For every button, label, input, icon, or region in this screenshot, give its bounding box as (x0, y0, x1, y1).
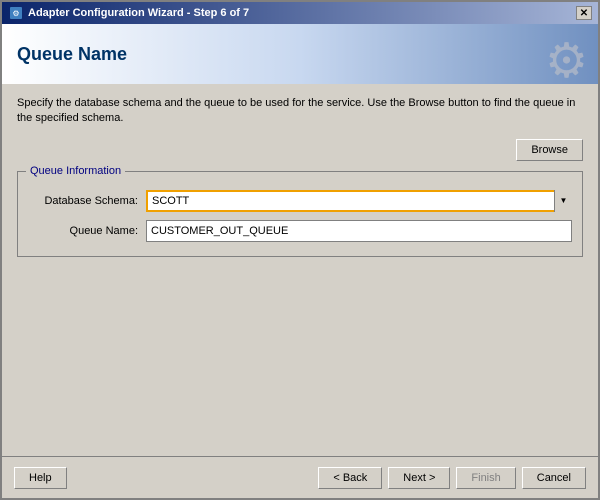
title-bar-left: ⚙ Adapter Configuration Wizard - Step 6 … (8, 5, 249, 21)
browse-button[interactable]: Browse (516, 139, 583, 161)
footer: Help < Back Next > Finish Cancel (2, 456, 598, 498)
help-button[interactable]: Help (14, 467, 67, 489)
gear-icon: ⚙ (545, 33, 588, 84)
db-schema-row: Database Schema: SCOTT ▼ (28, 190, 572, 212)
title-bar-text: Adapter Configuration Wizard - Step 6 of… (28, 7, 249, 19)
wizard-icon: ⚙ (8, 5, 24, 21)
cancel-button[interactable]: Cancel (522, 467, 586, 489)
finish-button[interactable]: Finish (456, 467, 515, 489)
main-window: ⚙ Adapter Configuration Wizard - Step 6 … (0, 0, 600, 500)
description-text: Specify the database schema and the queu… (17, 96, 583, 127)
footer-right: < Back Next > Finish Cancel (318, 467, 586, 489)
page-title: Queue Name (17, 44, 127, 65)
title-bar: ⚙ Adapter Configuration Wizard - Step 6 … (2, 2, 598, 24)
queue-name-input[interactable] (146, 220, 572, 242)
queue-info-group: Queue Information Database Schema: SCOTT… (17, 171, 583, 257)
queue-name-label: Queue Name: (28, 225, 138, 237)
next-button[interactable]: Next > (388, 467, 450, 489)
group-legend: Queue Information (26, 165, 125, 177)
close-button[interactable]: ✕ (576, 6, 592, 20)
content-area: Specify the database schema and the queu… (2, 84, 598, 456)
browse-row: Browse (17, 139, 583, 161)
header-banner: Queue Name ⚙ (2, 24, 598, 84)
footer-left: Help (14, 467, 67, 489)
db-schema-select-wrapper[interactable]: SCOTT ▼ (146, 190, 572, 212)
queue-name-row: Queue Name: (28, 220, 572, 242)
db-schema-select[interactable]: SCOTT (146, 190, 572, 212)
svg-text:⚙: ⚙ (12, 9, 19, 18)
db-schema-label: Database Schema: (28, 195, 138, 207)
back-button[interactable]: < Back (318, 467, 382, 489)
